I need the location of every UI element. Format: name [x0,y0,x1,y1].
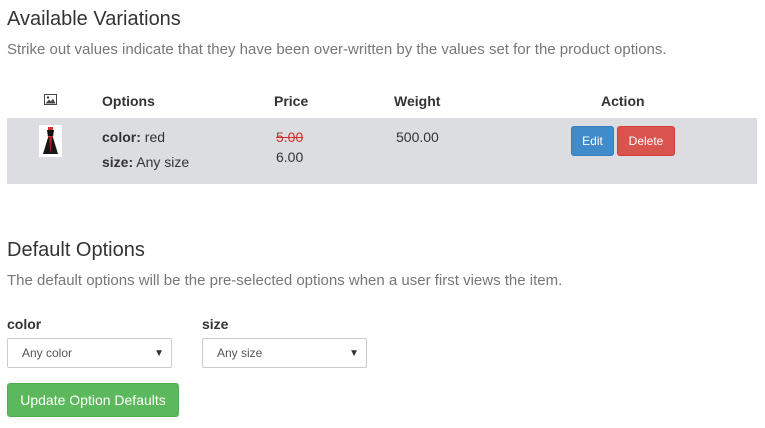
weight-value: 500.00 [396,129,439,145]
size-label: size [202,316,229,332]
header-action: Action [601,93,645,109]
edit-button[interactable]: Edit [571,126,614,156]
color-label: color [7,316,42,332]
delete-button[interactable]: Delete [617,126,675,156]
chevron-down-icon: ▼ [349,348,359,359]
defaults-description: The default options will be the pre-sele… [7,272,563,289]
header-price: Price [274,93,309,109]
header-options: Options [102,93,155,109]
option-color: color: red [102,129,166,145]
header-weight: Weight [394,93,441,109]
defaults-title: Default Options [7,239,145,261]
table-header: Options Price Weight Action [7,84,757,118]
price-current: 6.00 [276,149,304,165]
option-size: size: Any size [102,154,190,170]
image-icon [44,94,57,105]
variations-description: Strike out values indicate that they hav… [7,41,667,58]
product-variations-page: Available Variations Strike out values i… [0,0,765,428]
color-select-value: Any color [22,346,73,360]
chevron-down-icon: ▼ [154,348,164,359]
price-original: 5.00 [276,129,304,145]
table-row: color: red size: Any size 5.00 6.00 500.… [7,118,757,184]
size-select[interactable]: Any size ▼ [202,338,367,368]
dress-thumbnail [39,125,62,157]
color-select[interactable]: Any color ▼ [7,338,172,368]
variations-table: Options Price Weight Action color: red s… [7,84,757,184]
size-select-value: Any size [217,346,263,360]
variations-title: Available Variations [7,8,181,30]
update-option-defaults-button[interactable]: Update Option Defaults [7,383,179,417]
